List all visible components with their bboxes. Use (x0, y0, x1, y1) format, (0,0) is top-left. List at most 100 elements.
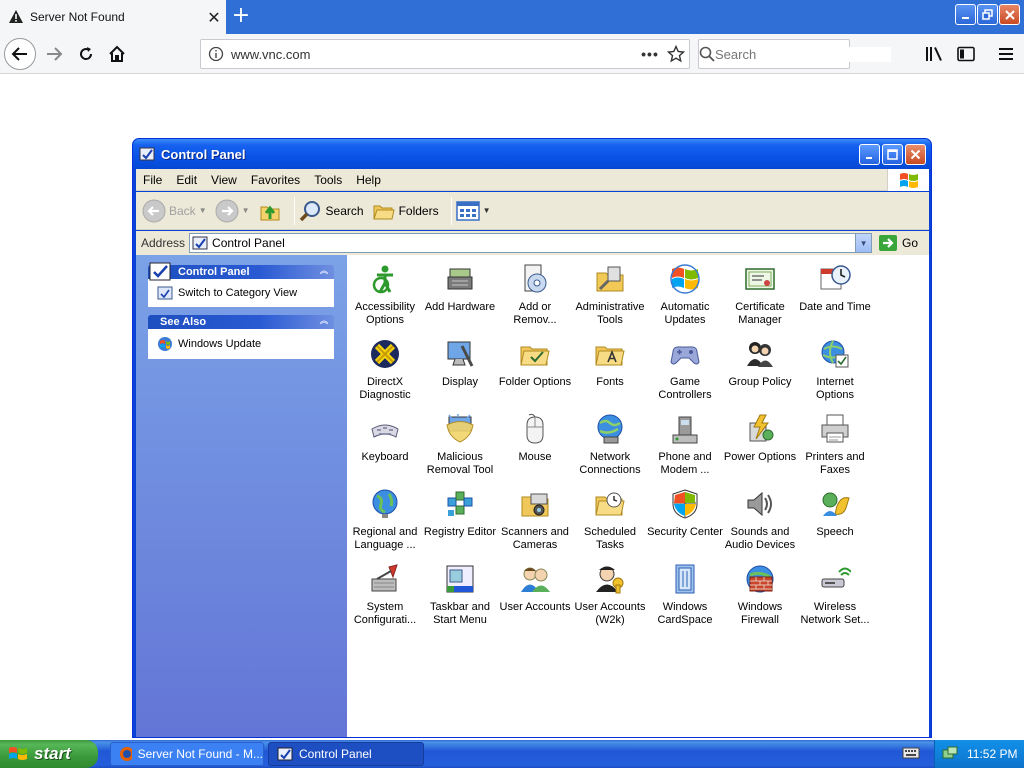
cp-item-security-center[interactable]: Security Center (647, 486, 723, 558)
forward-dropdown-icon[interactable]: ▼ (242, 206, 250, 215)
cp-item-taskbar[interactable]: Taskbar and Start Menu (422, 561, 498, 633)
folders-button[interactable]: Folders (372, 199, 439, 223)
new-tab-icon[interactable]: + (230, 2, 252, 30)
cp-item-regional[interactable]: Regional and Language ... (347, 486, 423, 558)
phone-modem-icon (672, 416, 698, 444)
tab-close-icon[interactable]: ✕ (202, 8, 226, 27)
cp-item-add-hardware[interactable]: Add Hardware (422, 261, 498, 333)
start-button[interactable]: start (0, 740, 98, 768)
cp-item-firewall[interactable]: Windows Firewall (722, 561, 798, 633)
cp-item-registry[interactable]: Registry Editor (422, 486, 498, 558)
up-folder-button[interactable] (258, 199, 282, 223)
menu-edit[interactable]: Edit (169, 173, 204, 187)
taskbar-item-control-panel[interactable]: Control Panel (268, 742, 424, 766)
cp-item-power[interactable]: Power Options (722, 411, 798, 483)
page-actions-icon[interactable]: ••• (637, 46, 663, 62)
cp-item-label: Network Connections (579, 451, 641, 476)
forward-arrow-icon[interactable] (38, 38, 70, 70)
cp-item-user-accounts[interactable]: User Accounts (497, 561, 573, 633)
back-button[interactable]: Back ▼ (142, 199, 207, 223)
views-button[interactable]: ▼ (455, 200, 491, 222)
back-arrow-icon[interactable] (4, 38, 36, 70)
home-icon[interactable] (101, 38, 133, 70)
menu-favorites[interactable]: Favorites (244, 173, 307, 187)
address-field[interactable]: Control Panel ▼ (189, 233, 873, 253)
back-dropdown-icon[interactable]: ▼ (199, 206, 207, 215)
wireless-icon (821, 567, 851, 588)
cp-item-speech[interactable]: Speech (797, 486, 873, 558)
cp-item-printer[interactable]: Printers and Faxes (797, 411, 873, 483)
restore-icon[interactable] (977, 4, 998, 25)
menu-file[interactable]: File (136, 173, 169, 187)
sidebar-toggle-icon[interactable] (950, 38, 982, 70)
cp-item-internet-options[interactable]: Internet Options (797, 336, 873, 408)
info-icon[interactable] (201, 46, 231, 62)
window-close-icon[interactable] (905, 144, 926, 165)
go-button[interactable]: Go (878, 234, 918, 252)
cp-item-label: Power Options (723, 451, 797, 463)
menu-hamburger-icon[interactable] (990, 38, 1022, 70)
window-maximize-icon[interactable] (882, 144, 903, 165)
cp-item-mouse[interactable]: Mouse (497, 411, 573, 483)
cp-item-phone-modem[interactable]: Phone and Modem ... (647, 411, 723, 483)
cp-item-group-policy[interactable]: Group Policy (722, 336, 798, 408)
views-dropdown-icon[interactable]: ▼ (483, 206, 491, 215)
admin-tools-icon (596, 266, 624, 292)
task-pane: Control Panel ︽ Switch to Category View … (136, 255, 347, 737)
bookmark-star-icon[interactable] (663, 45, 689, 63)
collapse-chevron-icon[interactable]: ︽ (320, 265, 328, 276)
taskbar-item-firefox[interactable]: Server Not Found - M... (110, 742, 264, 766)
cp-item-directx[interactable]: DirectX Diagnostic (347, 336, 423, 408)
cp-item-malicious-removal[interactable]: Malicious Removal Tool (422, 411, 498, 483)
cp-item-display[interactable]: Display (422, 336, 498, 408)
cp-item-fonts[interactable]: Fonts (572, 336, 648, 408)
cp-item-label: Regional and Language ... (352, 526, 418, 551)
cp-item-keyboard[interactable]: Keyboard (347, 411, 423, 483)
cp-item-game-controller[interactable]: Game Controllers (647, 336, 723, 408)
menu-help[interactable]: Help (349, 173, 388, 187)
cp-item-cardspace[interactable]: Windows CardSpace (647, 561, 723, 633)
url-input[interactable] (231, 46, 637, 62)
search-button[interactable]: Search (299, 199, 364, 223)
cp-item-date-time[interactable]: Date and Time (797, 261, 873, 333)
keyboard-layout-icon[interactable] (902, 746, 920, 760)
cp-item-scheduled-tasks[interactable]: Scheduled Tasks (572, 486, 648, 558)
cp-item-accessibility[interactable]: Accessibility Options (347, 261, 423, 333)
cp-item-label: Sounds and Audio Devices (724, 526, 796, 551)
library-icon[interactable] (918, 38, 950, 70)
cp-item-certificate[interactable]: Certificate Manager (722, 261, 798, 333)
window-minimize-icon[interactable] (859, 144, 880, 165)
cp-item-network[interactable]: Network Connections (572, 411, 648, 483)
search-bar[interactable] (698, 39, 891, 69)
browser-tab[interactable]: Server Not Found ✕ (0, 0, 226, 34)
close-icon[interactable] (999, 4, 1020, 25)
cp-item-wireless[interactable]: Wireless Network Set... (797, 561, 873, 633)
cp-item-admin-tools[interactable]: Administrative Tools (572, 261, 648, 333)
control-panel-panel-header[interactable]: Control Panel ︽ (148, 262, 334, 281)
forward-button[interactable]: ▼ (215, 199, 250, 223)
menu-view[interactable]: View (204, 173, 244, 187)
cp-item-automatic-updates[interactable]: Automatic Updates (647, 261, 723, 333)
search-input[interactable] (715, 46, 891, 62)
tray-network-icon[interactable] (941, 746, 959, 762)
address-dropdown-icon[interactable]: ▼ (855, 234, 872, 252)
collapse-chevron-icon[interactable]: ︽ (320, 315, 328, 326)
windows-update-link[interactable]: Windows Update (148, 329, 334, 359)
minimize-icon[interactable] (955, 4, 976, 25)
menu-tools[interactable]: Tools (307, 173, 349, 187)
switch-view-link[interactable]: Switch to Category View (148, 279, 334, 307)
cp-item-label: Group Policy (728, 376, 792, 388)
cp-item-folder-options[interactable]: Folder Options (497, 336, 573, 408)
cp-item-user-accounts-w2k[interactable]: User Accounts (W2k) (572, 561, 648, 633)
reload-icon[interactable] (70, 38, 102, 70)
cp-item-system-config[interactable]: System Configurati... (347, 561, 423, 633)
cp-item-sound[interactable]: Sounds and Audio Devices (722, 486, 798, 558)
window-title-bar[interactable]: Control Panel (133, 139, 931, 169)
see-also-panel-header[interactable]: See Also ︽ (148, 315, 334, 329)
cp-item-add-remove[interactable]: Add or Remov... (497, 261, 573, 333)
taskbar-icon (446, 565, 474, 593)
url-bar[interactable]: ••• (200, 39, 690, 69)
cp-item-scanner[interactable]: Scanners and Cameras (497, 486, 573, 558)
display-icon (447, 341, 474, 367)
cp-item-label: Printers and Faxes (805, 451, 865, 476)
